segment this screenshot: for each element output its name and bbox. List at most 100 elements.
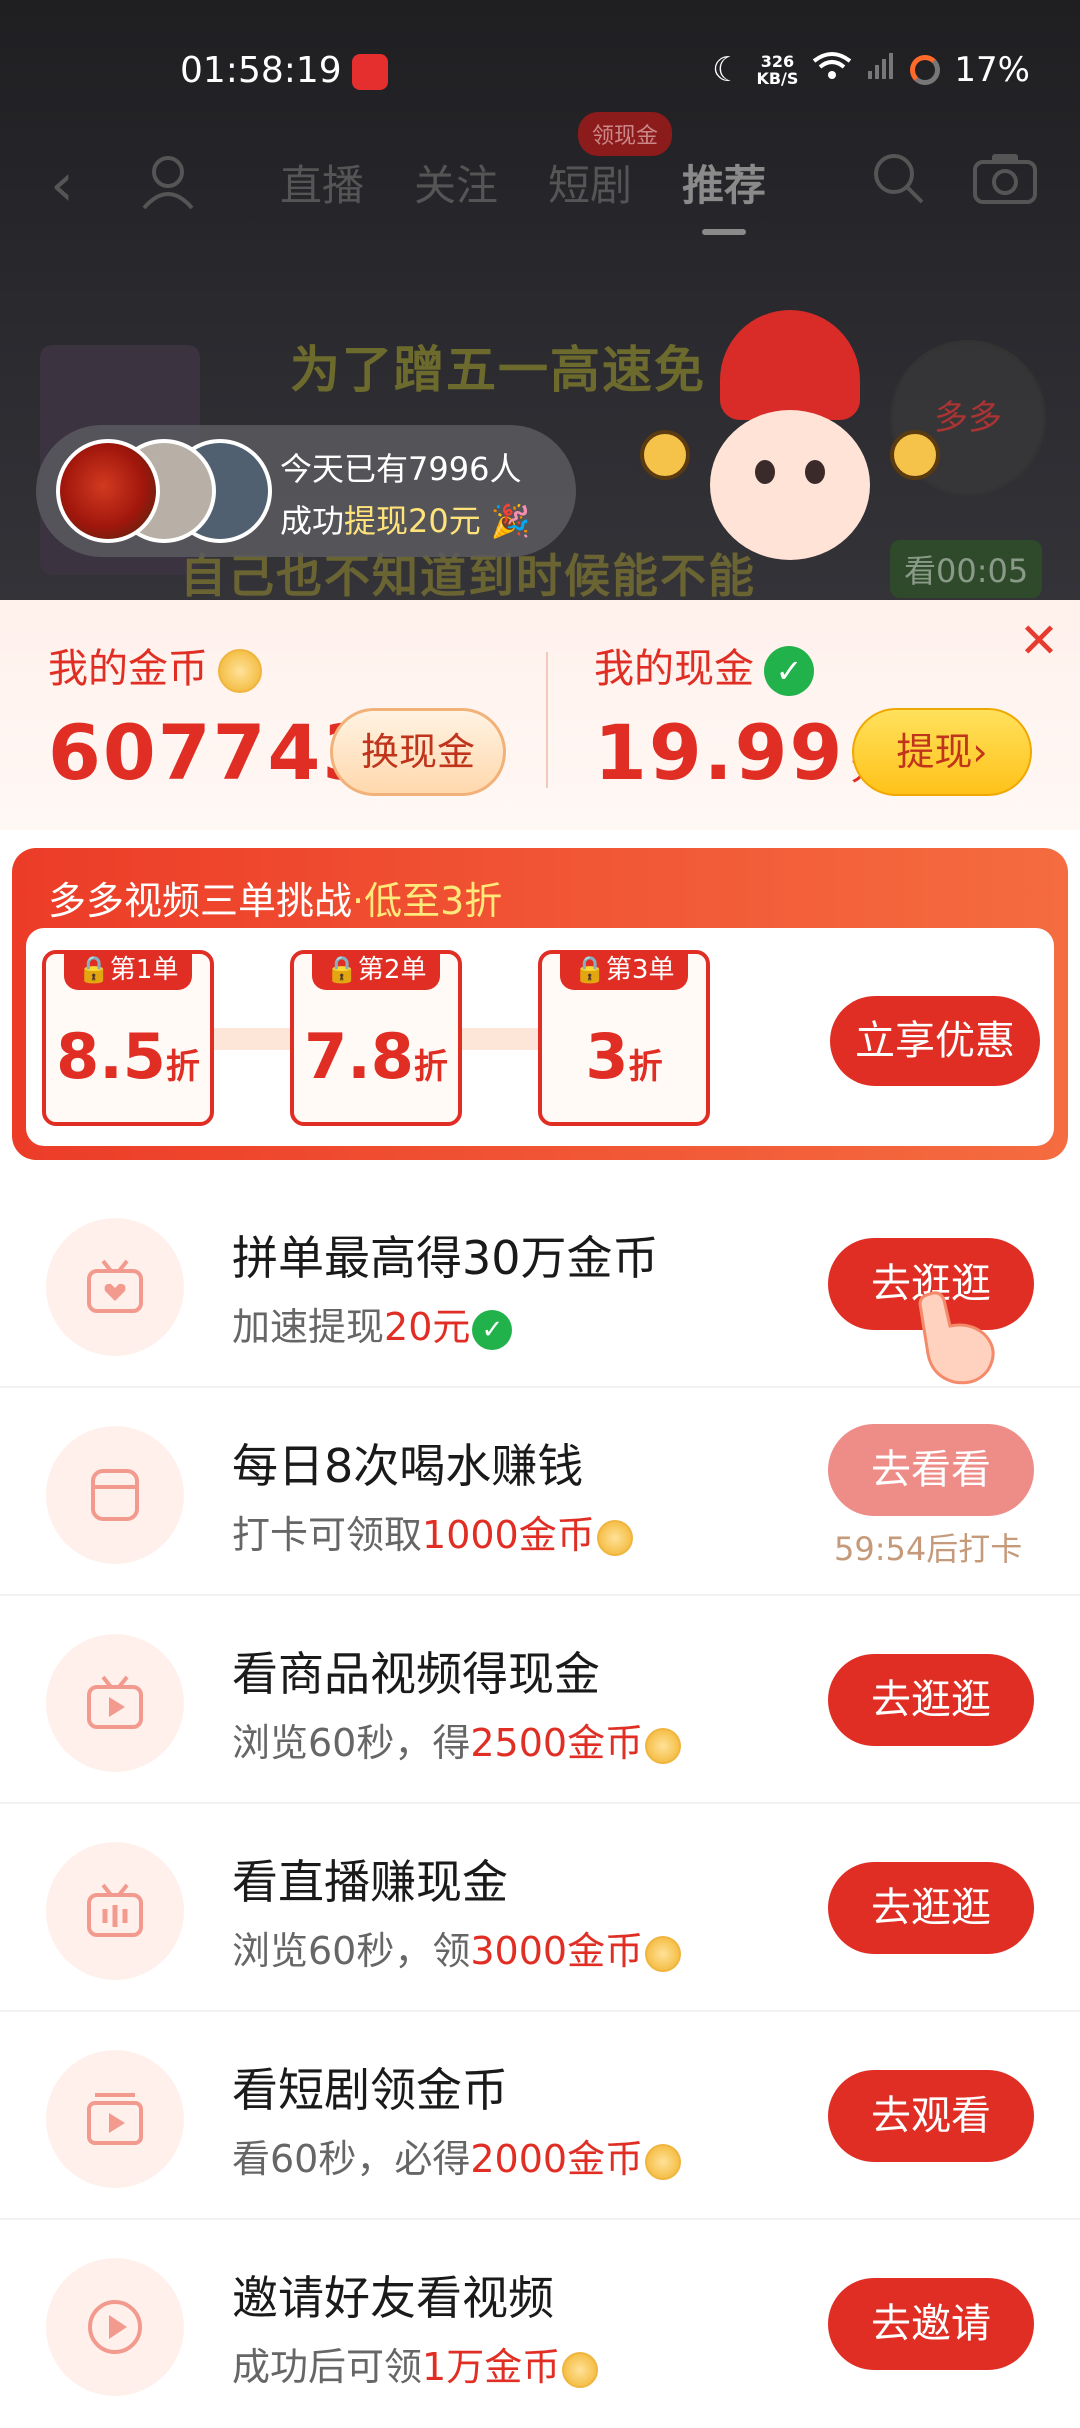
tab-short-drama[interactable]: 短剧: [548, 152, 632, 213]
camera-icon[interactable]: [972, 150, 1038, 206]
task-action-button[interactable]: 去逛逛: [828, 1862, 1034, 1954]
withdraw-button[interactable]: 提现›: [852, 708, 1032, 796]
coin-icon: [640, 430, 690, 480]
cash-value: 19.99元: [594, 708, 892, 797]
ticket-tag: 🔒第1单: [64, 950, 192, 990]
tab-live[interactable]: 直播: [280, 152, 364, 213]
coin-icon: [645, 1935, 682, 1972]
search-icon[interactable]: [870, 150, 926, 206]
tv-play-icon: [46, 1634, 184, 1772]
three-order-challenge-card[interactable]: 多多视频三单挑战·低至3折 🔒第1单 8.5折 🔒第2单 7.8折 🔒第3单 3…: [12, 848, 1068, 1160]
ticket-tag: 🔒第2单: [312, 950, 440, 990]
check-icon: ✓: [472, 1309, 513, 1350]
divider: [546, 652, 548, 788]
task-subtitle-text: 看60秒，必得: [232, 2137, 471, 2181]
task-action-button[interactable]: 去观看: [828, 2070, 1034, 2162]
discount-ticket: 🔒第3单 3折: [538, 950, 710, 1126]
task-reward: 2000金币: [470, 2137, 644, 2181]
ticket-tag: 🔒第3单: [560, 950, 688, 990]
task-subtitle: 浏览60秒，得2500金币: [232, 1712, 682, 1767]
coin-icon: [890, 430, 940, 480]
task-subtitle: 加速提现20元 ✓: [232, 1296, 513, 1351]
task-row: 看直播赚现金 浏览60秒，领3000金币 去逛逛: [0, 1804, 1080, 2012]
task-subtitle: 看60秒，必得2000金币: [232, 2128, 682, 2183]
check-icon: ✓: [764, 646, 814, 696]
task-row: 看商品视频得现金 浏览60秒，得2500金币 去逛逛: [0, 1596, 1080, 1804]
coin-icon: [596, 1519, 633, 1556]
wallet-panel: ✕ 我的金币 607743 换现金 我的现金✓ 19.99元 提现›: [0, 600, 1080, 830]
task-title: 拼单最高得30万金币: [232, 1231, 659, 1285]
social-proof-text: 今天已有7996人 成功提现20元 🎉: [280, 443, 531, 547]
discount-ticket: 🔒第1单 8.5折: [42, 950, 214, 1126]
tab-recommended[interactable]: 推荐: [682, 152, 766, 235]
status-indicators: ☾ 326 KB/S 17%: [712, 50, 1030, 90]
mascot-face: [710, 410, 870, 560]
signal-icon: [866, 50, 896, 90]
cup-icon: [46, 1426, 184, 1564]
social-proof-line2: 成功提现20元 🎉: [280, 495, 531, 547]
task-subtitle-text: 浏览60秒，得: [232, 1721, 471, 1765]
tab-following[interactable]: 关注: [414, 152, 498, 213]
task-subtitle: 打卡可领取1000金币: [232, 1504, 633, 1559]
coin-icon: [645, 1727, 682, 1764]
task-subtitle-text: 打卡可领取: [232, 1513, 423, 1557]
task-reward: 2500金币: [470, 1721, 644, 1765]
ticket-value-unit: 折: [628, 1047, 663, 1087]
task-row: 每日8次喝水赚钱 打卡可领取1000金币 去看看 59:54后打卡: [0, 1388, 1080, 1596]
app-notification-icon: [352, 54, 388, 90]
mascot-figure: [640, 300, 940, 600]
social-proof-line1: 今天已有7996人: [280, 450, 522, 488]
mascot-eye: [755, 460, 775, 484]
task-action-button[interactable]: 去邀请: [828, 2278, 1034, 2370]
status-time: 01:58:19: [180, 50, 342, 91]
task-action-button[interactable]: 去逛逛: [828, 1654, 1034, 1746]
exchange-cash-button[interactable]: 换现金: [330, 708, 506, 796]
rewards-sheet: ✕ 我的金币 607743 换现金 我的现金✓ 19.99元 提现› 多多视频三…: [0, 600, 1080, 2400]
task-action-button[interactable]: 去看看: [828, 1424, 1034, 1516]
task-reward: 1000金币: [422, 1513, 595, 1557]
cash-label-text: 我的现金: [594, 646, 754, 692]
party-icon: 🎉: [490, 502, 531, 540]
cash-label: 我的现金 ✓: [594, 636, 814, 696]
claim-discount-button[interactable]: 立享优惠: [830, 996, 1040, 1086]
task-title: 看短剧领金币: [232, 2063, 508, 2117]
video-background: 01:58:19 ☾ 326 KB/S 17% ‹ 直播 关注 短剧 推荐 领现…: [0, 0, 1080, 600]
challenge-title-highlight: ·低至3折: [352, 879, 503, 923]
task-reward: 1万金币: [422, 2345, 561, 2389]
mascot-hat: [720, 310, 860, 420]
film-icon: [46, 2050, 184, 2188]
ticket-value-number: 7.8: [304, 1020, 414, 1093]
ticket-value-unit: 折: [165, 1047, 200, 1087]
ticket-value: 3折: [542, 1020, 706, 1093]
coins-label: 我的金币: [48, 636, 262, 694]
coins-value: 607743: [48, 708, 378, 797]
ticket-value: 7.8折: [294, 1020, 458, 1093]
discount-ticket: 🔒第2单 7.8折: [290, 950, 462, 1126]
battery-level: 17%: [954, 50, 1030, 90]
battery-icon: [910, 55, 941, 85]
tv-heart-icon: [46, 1218, 184, 1356]
avatar: [56, 439, 160, 543]
close-icon[interactable]: ✕: [1016, 617, 1062, 665]
task-title: 邀请好友看视频: [232, 2271, 554, 2325]
task-title: 看商品视频得现金: [232, 1647, 600, 1701]
nav-tabs: 直播 关注 短剧 推荐: [280, 152, 766, 235]
challenge-title-text: 多多视频三单挑战: [48, 879, 353, 923]
task-subtitle: 浏览60秒，领3000金币: [232, 1920, 682, 1975]
moon-icon: ☾: [711, 50, 743, 90]
social-proof-highlight: 提现20元: [344, 502, 481, 540]
cooldown-hint: 59:54后打卡: [834, 1530, 1023, 1568]
network-speed: 326 KB/S: [756, 53, 798, 87]
back-arrow-icon[interactable]: ‹: [50, 150, 74, 220]
user-icon[interactable]: [138, 152, 198, 212]
challenge-body: 🔒第1单 8.5折 🔒第2单 7.8折 🔒第3单 3折 立享优惠: [26, 928, 1054, 1146]
task-row: 看短剧领金币 看60秒，必得2000金币 去观看: [0, 2012, 1080, 2220]
ticket-value-number: 3: [585, 1020, 629, 1093]
task-row: 邀请好友看视频 成功后可领1万金币 去邀请: [0, 2220, 1080, 2428]
coin-icon: [218, 649, 262, 693]
mascot-eye: [805, 460, 825, 484]
task-title: 每日8次喝水赚钱: [232, 1439, 584, 1493]
coins-label-text: 我的金币: [48, 646, 208, 692]
task-title: 看直播赚现金: [232, 1855, 508, 1909]
task-reward: 20元: [384, 1305, 471, 1349]
